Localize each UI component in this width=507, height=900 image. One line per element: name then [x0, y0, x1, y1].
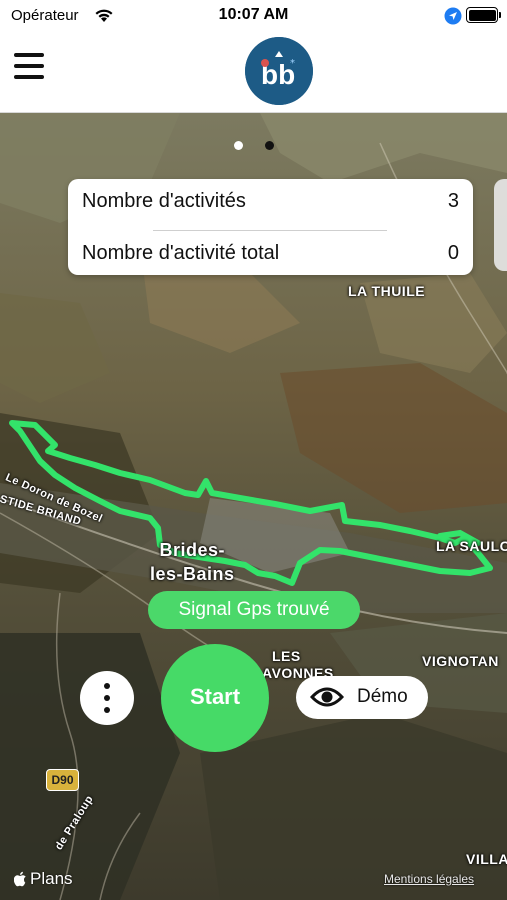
total-label: Nombre d'activité total [82, 241, 280, 264]
battery-icon [466, 7, 498, 23]
hamburger-menu-icon[interactable] [14, 53, 44, 79]
activities-value: 3 [447, 189, 459, 212]
map-label-villa: VILLA [466, 851, 507, 867]
page-indicator-dot[interactable] [265, 141, 274, 150]
map-label-les: LES [272, 648, 301, 664]
legal-notices-link[interactable]: Mentions légales [384, 872, 474, 886]
stats-divider [153, 230, 387, 231]
next-card-peek[interactable] [494, 179, 507, 271]
total-value: 0 [447, 241, 459, 264]
start-button[interactable]: Start [161, 644, 269, 752]
route-shield-d90: D90 [46, 769, 79, 791]
app-logo-icon: bb * [245, 37, 313, 105]
demo-label: Démo [357, 686, 408, 707]
maps-attribution: Plans [14, 869, 73, 889]
svg-text:*: * [290, 58, 295, 69]
battery-tip [499, 12, 501, 18]
stats-row-total: Nombre d'activité total 0 [82, 238, 459, 268]
gps-status-pill: Signal Gps trouvé [148, 591, 360, 629]
more-vertical-icon [104, 683, 110, 689]
status-time: 10:07 AM [218, 6, 289, 23]
map-label-town-line2: les-Bains [150, 564, 235, 584]
map-view[interactable]: LA THUILE Brides- les-Bains LA SAULCE LE… [0, 113, 507, 900]
status-bar: Opérateur 10:07 AM [0, 0, 507, 32]
apple-logo-icon [14, 871, 26, 887]
map-label-town-line1: Brides- [159, 540, 226, 560]
app-header: bb * [0, 32, 507, 113]
activities-label: Nombre d'activités [82, 189, 246, 212]
activity-stats-card: Nombre d'activités 3 Nombre d'activité t… [68, 179, 473, 275]
more-options-button[interactable] [80, 671, 134, 725]
map-label-la-saulce: LA SAULCE [436, 538, 507, 554]
map-label-vignotan: VIGNOTAN [422, 653, 499, 669]
map-label-town: Brides- les-Bains [150, 538, 235, 586]
maps-brand: Plans [30, 869, 73, 888]
stats-row-activities: Nombre d'activités 3 [82, 186, 459, 216]
page-indicator-dot-active[interactable] [234, 141, 243, 150]
map-label-la-thuile: LA THUILE [348, 283, 426, 299]
location-services-icon [444, 7, 462, 25]
demo-button[interactable]: Démo [296, 676, 428, 719]
eye-icon [310, 687, 344, 707]
